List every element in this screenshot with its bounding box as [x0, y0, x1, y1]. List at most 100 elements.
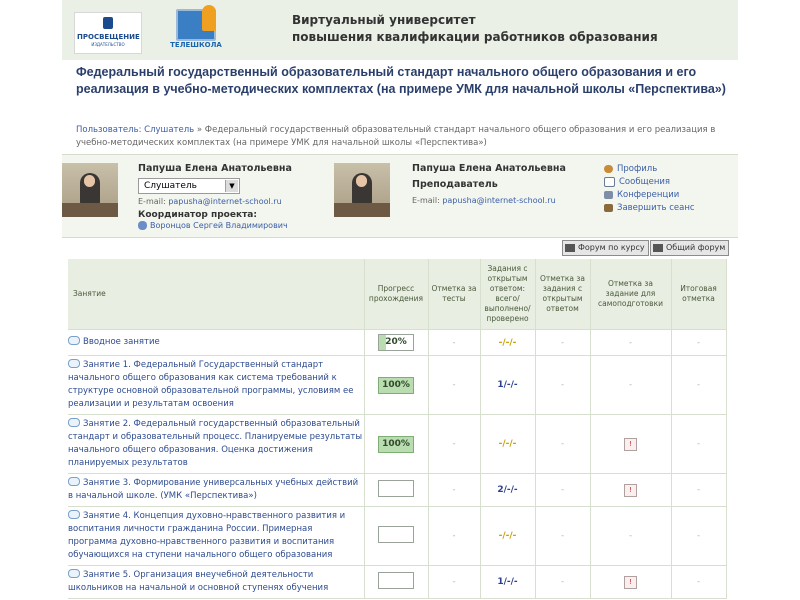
total-cell: -: [671, 355, 727, 415]
teacher-email: E-mail: papusha@internet-school.ru: [412, 196, 556, 205]
self-task-icon[interactable]: !: [624, 575, 637, 589]
site-header: ПРОСВЕЩЕНИЕ ИЗДАТЕЛЬСТВО ТЕЛЕШКОЛА Вирту…: [62, 0, 738, 60]
student-email-label: E-mail:: [138, 197, 166, 206]
course-forum-label: Форум по курсу: [578, 243, 645, 252]
lesson-title[interactable]: Занятие 2. Федеральный государственный о…: [68, 419, 362, 468]
open-tasks-cell: -/-/-: [480, 414, 536, 474]
menu-messages[interactable]: Сообщения: [604, 176, 695, 189]
menu-conferences[interactable]: Конференции: [604, 189, 695, 202]
open-mark-cell: -: [535, 473, 591, 507]
open-tasks-value[interactable]: 1/-/-: [497, 577, 517, 587]
open-tasks-value[interactable]: 2/-/-: [497, 485, 517, 495]
user-panel: Папуша Елена Анатольевна Слушатель ▼ E-m…: [62, 154, 738, 238]
student-email-link[interactable]: papusha@internet-school.ru: [168, 197, 281, 206]
lesson-title[interactable]: Занятие 5. Организация внеучебной деятел…: [68, 570, 328, 593]
general-forum-button[interactable]: Общий форум: [650, 240, 730, 256]
header-tests: Отметка за тесты: [428, 259, 481, 330]
forum-icon: [653, 243, 663, 252]
progress-cell: [364, 506, 429, 566]
open-tasks-value: -/-/-: [498, 531, 517, 541]
self-mark-cell: !: [590, 414, 672, 474]
student-avatar: [62, 163, 118, 217]
table-row: Занятие 3. Формирование универсальных уч…: [68, 473, 727, 507]
header-lesson: Занятие: [68, 259, 365, 330]
self-mark-cell: -: [590, 355, 672, 415]
teacher-avatar: [334, 163, 390, 217]
tests-cell: -: [428, 506, 481, 566]
role-select-value: Слушатель: [144, 181, 197, 191]
lesson-cell[interactable]: Занятие 1. Федеральный Государственный с…: [68, 355, 365, 415]
lesson-cell[interactable]: Занятие 3. Формирование универсальных уч…: [68, 473, 365, 507]
progress-cell: 20%: [364, 329, 429, 356]
open-mark-cell: -: [535, 506, 591, 566]
user-menu: Профиль Сообщения Конференции Завершить …: [604, 163, 695, 215]
self-mark-cell: -: [590, 329, 672, 356]
open-tasks-value[interactable]: 1/-/-: [497, 380, 517, 390]
self-mark-cell: !: [590, 473, 672, 507]
forum-icon: [565, 243, 575, 252]
teacher-email-link[interactable]: papusha@internet-school.ru: [442, 196, 555, 205]
open-tasks-cell: 2/-/-: [480, 473, 536, 507]
tests-cell: -: [428, 565, 481, 599]
open-tasks-cell: -/-/-: [480, 329, 536, 356]
progress-cell: [364, 565, 429, 599]
breadcrumb: Пользователь: Слушатель » Федеральный го…: [76, 124, 736, 150]
header-progress: Прогресс прохождения: [364, 259, 429, 330]
table-row: Занятие 4. Концепция духовно-нравственно…: [68, 506, 727, 566]
progress-indicator: [378, 526, 414, 543]
total-cell: -: [671, 506, 727, 566]
table-header-row: Занятие Прогресс прохождения Отметка за …: [68, 259, 727, 330]
university-name: Виртуальный университет повышения квалиф…: [292, 12, 658, 46]
student-name: Папуша Елена Анатольевна: [138, 163, 292, 174]
conference-icon: [604, 190, 613, 199]
speech-bubble-icon: [68, 359, 80, 368]
self-mark-cell: -: [590, 506, 672, 566]
speech-bubble-icon: [68, 418, 80, 427]
open-mark-cell: -: [535, 414, 591, 474]
coordinator-link[interactable]: Воронцов Сергей Владимирович: [138, 221, 288, 230]
role-select[interactable]: Слушатель ▼: [138, 178, 240, 194]
tests-cell: -: [428, 329, 481, 356]
tests-cell: -: [428, 473, 481, 507]
prosveshchenie-emblem-icon: [103, 17, 113, 29]
coordinator-name: Воронцов Сергей Владимирович: [150, 221, 288, 230]
teleshkola-accent-icon: [202, 5, 216, 31]
table-row: Занятие 5. Организация внеучебной деятел…: [68, 565, 727, 599]
header-open-tasks: Задания с открытым ответом: всего/ выпол…: [480, 259, 536, 330]
total-cell: -: [671, 473, 727, 507]
lesson-title[interactable]: Занятие 4. Концепция духовно-нравственно…: [68, 511, 345, 560]
person-icon: [138, 221, 147, 230]
general-forum-label: Общий форум: [666, 243, 726, 252]
chevron-down-icon[interactable]: ▼: [225, 180, 238, 192]
total-cell: -: [671, 414, 727, 474]
open-tasks-value: -/-/-: [498, 439, 517, 449]
self-task-icon[interactable]: !: [624, 483, 637, 497]
lesson-cell[interactable]: Занятие 2. Федеральный государственный о…: [68, 414, 365, 474]
speech-bubble-icon: [68, 510, 80, 519]
lesson-cell[interactable]: Занятие 5. Организация внеучебной деятел…: [68, 565, 365, 599]
breadcrumb-separator: »: [194, 125, 205, 135]
teleshkola-logo[interactable]: ТЕЛЕШКОЛА: [162, 5, 230, 53]
teacher-name: Папуша Елена Анатольевна: [412, 163, 566, 174]
menu-profile[interactable]: Профиль: [604, 163, 695, 176]
coordinator-label: Координатор проекта:: [138, 210, 257, 220]
menu-logout[interactable]: Завершить сеанс: [604, 202, 695, 215]
open-tasks-value: -/-/-: [498, 337, 517, 348]
course-title: Федеральный государственный образователь…: [76, 65, 726, 96]
lesson-cell[interactable]: Занятие 4. Концепция духовно-нравственно…: [68, 506, 365, 566]
open-mark-cell: -: [535, 329, 591, 356]
course-forum-button[interactable]: Форум по курсу: [562, 240, 649, 256]
breadcrumb-user-link[interactable]: Пользователь: Слушатель: [76, 125, 194, 135]
progress-cell: 100%: [364, 414, 429, 474]
university-line-2: повышения квалификации работников образо…: [292, 30, 658, 44]
progress-indicator: 100%: [378, 435, 414, 453]
lesson-cell[interactable]: Вводное занятие: [68, 329, 365, 356]
self-task-icon[interactable]: !: [624, 437, 637, 451]
lesson-title[interactable]: Занятие 1. Федеральный Государственный с…: [68, 360, 353, 409]
page: ПРОСВЕЩЕНИЕ ИЗДАТЕЛЬСТВО ТЕЛЕШКОЛА Вирту…: [62, 0, 738, 600]
progress-indicator: 20%: [378, 334, 414, 351]
lesson-title[interactable]: Вводное занятие: [83, 337, 160, 347]
open-mark-cell: -: [535, 565, 591, 599]
prosveshchenie-logo[interactable]: ПРОСВЕЩЕНИЕ ИЗДАТЕЛЬСТВО: [74, 12, 142, 54]
lesson-title[interactable]: Занятие 3. Формирование универсальных уч…: [68, 478, 358, 501]
